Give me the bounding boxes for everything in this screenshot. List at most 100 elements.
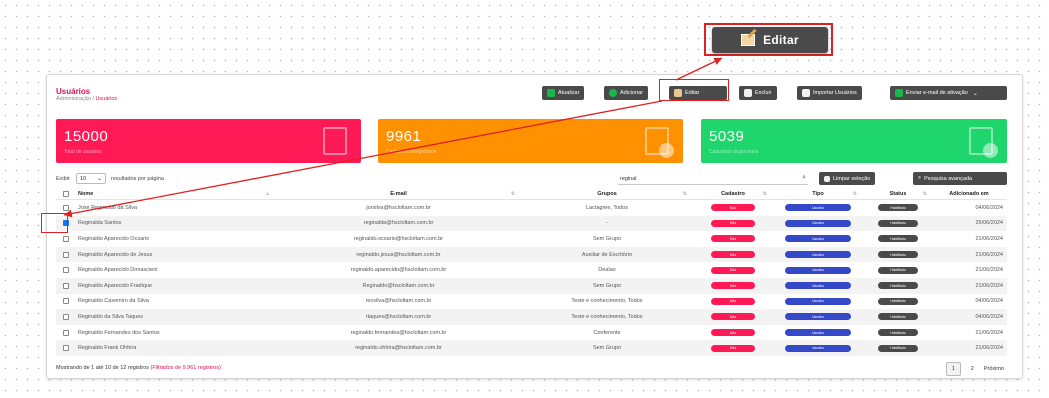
page-size-select[interactable]: 10 ⌄ [76, 173, 106, 184]
row-checkbox[interactable] [56, 251, 76, 258]
cell-email: reginaldo.ohhira@hscloltam.com.br [355, 345, 442, 352]
chevron-down-icon: ⌄ [972, 90, 978, 97]
table-row[interactable]: Reginaldo Aparecido de Jesus reginaldo.je… [56, 246, 1007, 263]
row-checkbox[interactable] [56, 345, 76, 352]
table-row[interactable]: Reginaldo Frank Ohhira reginaldo.ohhira@h… [56, 340, 1007, 356]
refresh-button[interactable]: Atualizar [542, 86, 585, 100]
table-row[interactable]: Reginaldo Fernandes dos Santos reginaldo.… [56, 325, 1007, 341]
column-header-added[interactable]: Adicionado em [933, 189, 1007, 199]
cell-email: reginalda@hscloltam.com.br [363, 220, 434, 227]
column-header-cadastro[interactable]: Cadastro ⇅ [693, 189, 773, 199]
cell-groups: Sem Grupo [592, 282, 622, 289]
status-badge: Habilitado [878, 297, 918, 305]
table-row[interactable]: José Reginaldo da Silva jorsilva@hsclolta… [56, 200, 1007, 216]
stat-label: Total de usuários [64, 149, 102, 155]
row-checkbox[interactable] [56, 298, 76, 305]
column-header-groups[interactable]: Grupos ⇅ [521, 189, 693, 199]
row-checkbox[interactable] [56, 204, 76, 211]
cell-tipo: Usuário [773, 204, 863, 212]
delete-button[interactable]: Excluir [739, 86, 777, 100]
stat-card-total: 15000 Total de usuários [56, 119, 361, 163]
checkbox-highlight-frame [41, 213, 68, 233]
cell-tipo: Usuário [773, 251, 863, 259]
cell-cadastro: Não [693, 219, 773, 227]
cell-name: José Reginaldo da Silva [78, 204, 138, 211]
row-checkbox[interactable] [56, 313, 76, 320]
tipo-badge: Usuário [785, 297, 851, 305]
cadastro-badge: Não [711, 297, 755, 305]
advanced-search-button[interactable]: ⌕ Pesquisa avançada [913, 172, 1007, 185]
row-checkbox[interactable] [56, 267, 76, 274]
callout-edit-label: Editar [763, 33, 799, 47]
add-button[interactable]: Adicionar [604, 86, 648, 100]
clear-selection-button[interactable]: Limpar seleção [819, 172, 876, 185]
send-icon [895, 89, 903, 97]
show-label: Exibir [56, 176, 70, 182]
toolbar: Atualizar Adicionar Editar Excluir Impor… [47, 86, 1022, 100]
cell-tipo: Usuário [773, 297, 863, 305]
select-all-checkbox[interactable] [56, 189, 76, 199]
stat-card-required: 9961 Cadastros obrigatórios [378, 119, 683, 163]
table-row[interactable]: Reginaldo Aparecido Donascieni reginaldo.… [56, 262, 1007, 278]
column-header-tipo[interactable]: Tipo ⇅ [773, 189, 863, 199]
cadastro-badge: Não [711, 282, 755, 290]
document-icon [323, 127, 347, 155]
cell-email: Reginaldo@hscloltam.com.br [362, 282, 435, 289]
row-checkbox[interactable] [56, 329, 76, 336]
table-info: Mostrando de 1 até 10 de 12 registros (F… [56, 365, 221, 371]
column-header-email[interactable]: E-mail ⇅ [276, 189, 521, 199]
cadastro-badge: Não [711, 329, 755, 337]
table-row[interactable]: Reginalda Santos reginalda@hscloltam.com.… [56, 215, 1007, 232]
status-badge: Habilitado [878, 313, 918, 321]
table-row[interactable]: Reginaldo Aparecido Ocsario reginaldo.ocs… [56, 231, 1007, 247]
cell-added: 21/06/2024 [975, 345, 1003, 352]
stat-label: Cadastros obrigatórios [386, 149, 437, 155]
cadastro-badge: Não [711, 235, 755, 243]
import-users-button[interactable]: Importar Usuários [797, 86, 862, 100]
users-panel: Usuários Administração / Usuários Atuali… [41, 74, 1023, 379]
cell-cadastro: Não [693, 329, 773, 337]
table-row[interactable]: Reginaldo da Silva Taques rtaques@hsclolt… [56, 309, 1007, 325]
trash-icon [744, 89, 752, 97]
cell-tipo: Usuário [773, 219, 863, 227]
stat-value: 5039 [709, 128, 745, 145]
cell-cadastro: Não [693, 266, 773, 274]
cell-added: 21/06/2024 [975, 251, 1003, 258]
cadastro-badge: Não [711, 344, 755, 352]
cadastro-badge: Não [711, 266, 755, 274]
row-checkbox[interactable] [56, 282, 76, 289]
cell-status: Habilitado [863, 251, 933, 259]
cell-cadastro: Não [693, 344, 773, 352]
page-1-button[interactable]: 1 [945, 362, 961, 376]
sort-icon: ⇅ [922, 191, 927, 197]
tipo-badge: Usuário [785, 251, 851, 259]
column-header-name[interactable]: Nome ▲ [76, 189, 276, 199]
next-page-button[interactable]: Próximo [984, 366, 1004, 372]
status-badge: Habilitado [878, 266, 918, 274]
cell-name: Reginaldo Aparecido Donascieni [78, 267, 158, 274]
cell-email: rtaques@hscloltam.com.br [365, 313, 432, 320]
cell-email: reginaldo.ocsario@hscloltam.com.br [353, 235, 444, 242]
cell-tipo: Usuário [773, 313, 863, 321]
edit-icon [741, 34, 756, 46]
row-checkbox[interactable] [56, 235, 76, 242]
send-activation-button[interactable]: Enviar e-mail de ativação ⌄ [890, 86, 1007, 100]
table-row[interactable]: Reginaldo Casemiro da Silva recsilva@hscl… [56, 294, 1007, 310]
search-input[interactable]: reginal ⌕ [618, 173, 808, 185]
tipo-badge: Usuário [785, 266, 851, 274]
cell-groups: Conferente [593, 329, 621, 336]
cell-added: 04/06/2024 [975, 313, 1003, 320]
refresh-icon [547, 89, 555, 97]
status-badge: Habilitado [878, 282, 918, 290]
column-header-status[interactable]: Status ⇅ [863, 189, 933, 199]
sort-icon: ⇅ [852, 191, 857, 197]
status-badge: Habilitado [878, 344, 918, 352]
cell-status: Habilitado [863, 297, 933, 305]
tipo-badge: Usuário [785, 204, 851, 212]
table-row[interactable]: Reginaldo Aparecido Fradique Reginaldo@hs… [56, 277, 1007, 294]
list-controls: Exibir 10 ⌄ resultados por página regina… [47, 172, 1022, 186]
cell-tipo: Usuário [773, 344, 863, 352]
tipo-badge: Usuário [785, 329, 851, 337]
cell-name: Reginaldo da Silva Taques [78, 313, 144, 320]
page-2-button[interactable]: 2 [971, 366, 974, 372]
